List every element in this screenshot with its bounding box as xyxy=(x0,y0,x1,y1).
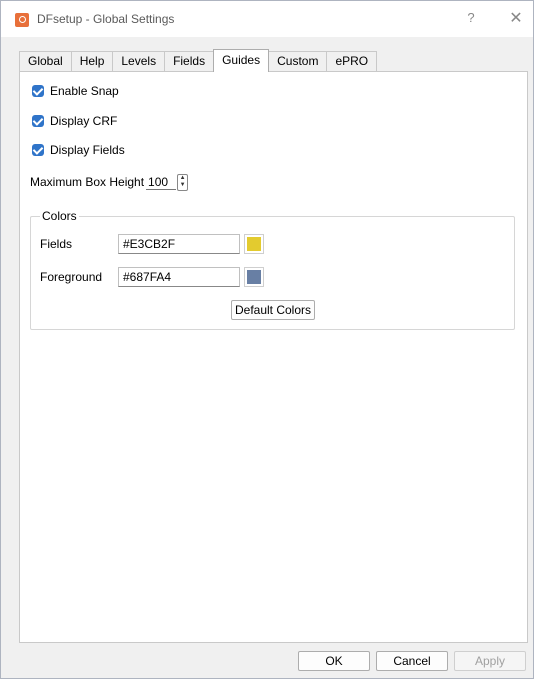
tab-fields[interactable]: Fields xyxy=(164,51,215,71)
cancel-button[interactable]: Cancel xyxy=(376,651,448,671)
tab-epro[interactable]: ePRO xyxy=(326,51,378,71)
enable-snap-option[interactable]: Enable Snap xyxy=(32,83,119,99)
tab-bar: Global Help Levels Fields Guides Custom … xyxy=(19,49,378,72)
guides-panel: Enable Snap Display CRF Display Fields M… xyxy=(19,71,528,643)
ok-button[interactable]: OK xyxy=(298,651,370,671)
max-box-height-row: Maximum Box Height ▲ ▼ xyxy=(30,173,189,191)
fields-color-row: Fields xyxy=(40,233,264,255)
max-box-height-label: Maximum Box Height xyxy=(30,175,145,189)
tab-help[interactable]: Help xyxy=(70,51,114,71)
display-fields-option[interactable]: Display Fields xyxy=(32,142,125,158)
apply-button[interactable]: Apply xyxy=(454,651,526,671)
window-title: DFsetup - Global Settings xyxy=(37,12,175,26)
foreground-color-label: Foreground xyxy=(40,270,103,284)
foreground-color-swatch[interactable] xyxy=(244,267,264,287)
default-colors-button[interactable]: Default Colors xyxy=(231,300,315,320)
dialog-window: DFsetup - Global Settings ? ✕ Global Hel… xyxy=(0,0,534,679)
close-button[interactable]: ✕ xyxy=(507,8,525,28)
colors-group: Colors Fields Foreground Default Colors xyxy=(30,209,515,330)
display-crf-label: Display CRF xyxy=(50,114,118,128)
display-fields-label: Display Fields xyxy=(50,143,125,157)
spin-up-icon[interactable]: ▲ xyxy=(178,175,187,183)
display-fields-checkbox[interactable] xyxy=(32,144,44,156)
max-box-height-input[interactable] xyxy=(146,174,177,190)
colors-group-title: Colors xyxy=(40,209,79,223)
fields-color-swatch[interactable] xyxy=(244,234,264,254)
tab-custom[interactable]: Custom xyxy=(268,51,328,71)
tab-global[interactable]: Global xyxy=(19,51,72,71)
foreground-color-row: Foreground xyxy=(40,266,264,288)
max-box-height-stepper[interactable]: ▲ ▼ xyxy=(177,173,189,191)
enable-snap-checkbox[interactable] xyxy=(32,85,44,97)
spin-down-icon[interactable]: ▼ xyxy=(178,182,187,190)
display-crf-checkbox[interactable] xyxy=(32,115,44,127)
fields-color-label: Fields xyxy=(40,237,73,251)
tab-levels[interactable]: Levels xyxy=(112,51,166,71)
tab-guides[interactable]: Guides xyxy=(213,49,270,72)
display-crf-option[interactable]: Display CRF xyxy=(32,113,117,129)
foreground-color-input[interactable] xyxy=(118,267,240,287)
help-button[interactable]: ? xyxy=(463,10,479,28)
enable-snap-label: Enable Snap xyxy=(50,84,119,98)
app-icon xyxy=(15,13,29,27)
fields-color-input[interactable] xyxy=(118,234,240,254)
title-bar[interactable]: DFsetup - Global Settings ? ✕ xyxy=(1,1,533,37)
